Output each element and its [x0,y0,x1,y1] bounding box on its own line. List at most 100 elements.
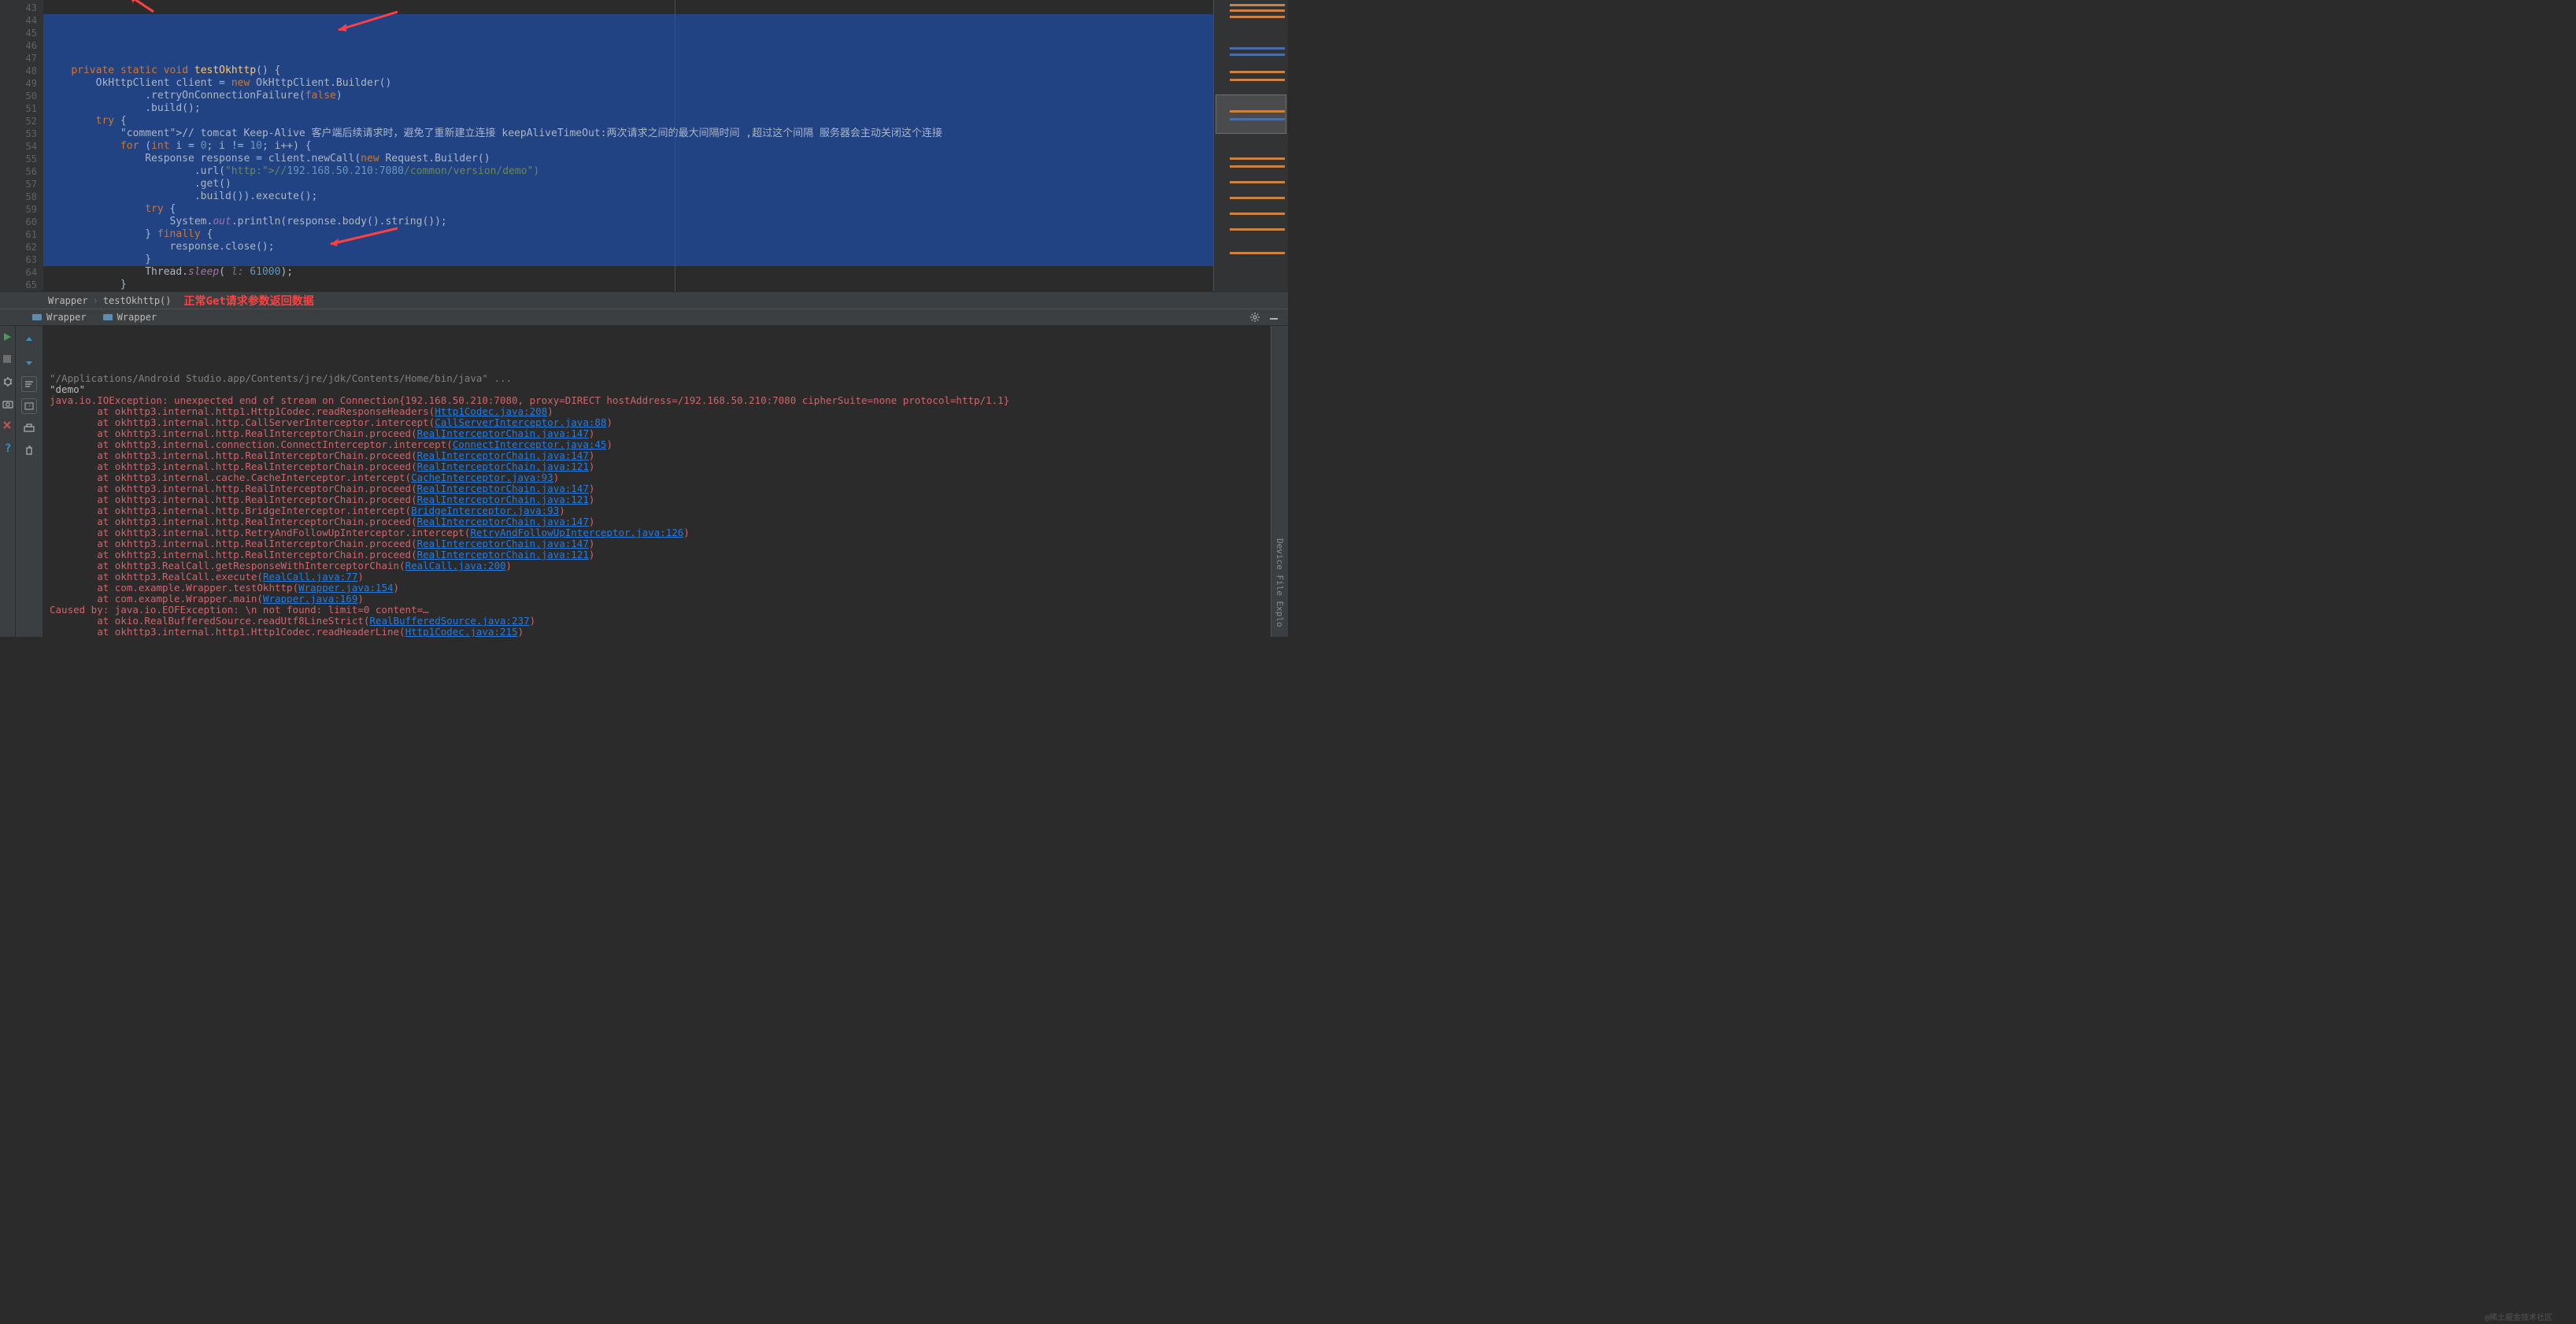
minimap-marker [1230,4,1285,6]
code-line[interactable]: response.close(); [43,241,1213,253]
tab-label: Wrapper [46,312,87,323]
minimize-icon[interactable] [1268,311,1280,324]
stacktrace-link[interactable]: ConnectInterceptor.java:45 [453,438,607,450]
stacktrace-link[interactable]: RealInterceptorChain.java:121 [417,494,589,505]
console-line: at okhttp3.internal.http1.Http1Codec.rea… [50,406,1264,417]
run-config-icon [102,312,113,323]
code-line[interactable]: try { [43,203,1213,216]
code-line[interactable]: .retryOnConnectionFailure(false) [43,90,1213,102]
gutter[interactable]: 4344454647484950515253545556575859606162… [0,0,43,291]
code-line[interactable] [43,52,1213,65]
minimap-marker [1230,9,1285,12]
stacktrace-link[interactable]: Wrapper.java:169 [263,593,357,605]
close-icon[interactable] [2,420,13,431]
console-toolbar [16,326,43,637]
debug-icon[interactable] [2,376,13,387]
code-line[interactable]: .build(); [43,102,1213,115]
code-line[interactable]: private static void testOkhttp() { [43,65,1213,77]
code-line[interactable]: } finally { [43,228,1213,241]
stacktrace-link[interactable]: RealInterceptorChain.java:147 [417,427,589,439]
code-line[interactable]: OkHttpClient client = new OkHttpClient.B… [43,77,1213,90]
stop-icon[interactable] [2,354,13,365]
code-area[interactable]: private static void testOkhttp() { OkHtt… [43,0,1213,291]
console-line: at okhttp3.internal.http1.Http1Codec.rea… [50,627,1264,637]
stacktrace-link[interactable]: CallServerInterceptor.java:88 [435,416,606,428]
run-toolbar-left: ? [0,326,16,637]
minimap-thumb[interactable] [1216,94,1286,134]
minimap-marker [1230,213,1285,215]
soft-wrap-icon[interactable] [21,376,37,392]
console-line: at okhttp3.internal.cache.CacheIntercept… [50,472,1264,483]
code-line[interactable]: } [43,253,1213,266]
device-file-explorer-tab[interactable]: Device File Explo [1275,538,1285,627]
console-output[interactable]: "/Applications/Android Studio.app/Conten… [43,326,1271,637]
stacktrace-link[interactable]: RealInterceptorChain.java:147 [417,483,589,494]
breadcrumb-class[interactable]: Wrapper [43,295,93,306]
stacktrace-link[interactable]: RealCall.java:200 [405,560,506,571]
console-wrapper: ? "/Applications/Android Studio.app/Cont… [0,326,1288,637]
tab-label: Wrapper [117,312,157,323]
run-config-icon [31,312,43,323]
stacktrace-link[interactable]: RealInterceptorChain.java:147 [417,449,589,461]
code-line[interactable]: .url("http:">//192.168.50.210:7080/commo… [43,165,1213,178]
down-icon[interactable] [21,354,37,370]
stacktrace-link[interactable]: BridgeInterceptor.java:93 [411,505,559,516]
run-icon[interactable] [2,332,13,343]
up-icon[interactable] [21,332,37,348]
camera-icon[interactable] [2,398,13,409]
tab-wrapper-1[interactable]: Wrapper [24,309,94,326]
stacktrace-link[interactable]: Wrapper.java:154 [298,582,393,594]
code-line[interactable]: "comment">// tomcat Keep-Alive 客户端后续请求时，… [43,128,1213,140]
breadcrumb: Wrapper › testOkhttp() 正常Get请求参数返回数据 [0,291,1288,309]
breadcrumb-separator: › [93,295,98,306]
watermark: @稀土掘金技术社区 [2485,1311,2552,1322]
print-icon[interactable] [21,420,37,436]
stacktrace-link[interactable]: RealInterceptorChain.java:147 [417,538,589,549]
minimap-marker [1230,47,1285,50]
stacktrace-link[interactable]: Http1Codec.java:215 [405,626,518,637]
minimap-marker [1230,181,1285,183]
console-line: at okhttp3.internal.connection.ConnectIn… [50,439,1264,450]
help-icon[interactable]: ? [2,442,13,453]
minimap[interactable] [1213,0,1288,291]
console-line: at okhttp3.RealCall.execute(RealCall.jav… [50,571,1264,582]
right-tool-sidebar: Device File Explo [1271,326,1288,637]
console-line: at com.example.Wrapper.testOkhttp(Wrappe… [50,582,1264,594]
stacktrace-link[interactable]: RealInterceptorChain.java:121 [417,460,589,472]
minimap-marker [1230,110,1285,113]
stacktrace-link[interactable]: RealInterceptorChain.java:121 [417,549,589,560]
stacktrace-link[interactable]: CacheInterceptor.java:93 [411,472,553,483]
code-line[interactable]: try { [43,115,1213,128]
console-line: at okhttp3.internal.http.RetryAndFollowU… [50,527,1264,538]
console-line: at okhttp3.internal.http.RealInterceptor… [50,538,1264,549]
trash-icon[interactable] [21,442,37,458]
stacktrace-link[interactable]: RealBufferedSource.java:237 [369,615,529,627]
code-line[interactable]: } [43,279,1213,291]
console-line: "demo" [50,384,1264,395]
scroll-to-end-icon[interactable] [21,398,37,414]
settings-icon[interactable] [1249,311,1261,324]
stacktrace-link[interactable]: Http1Codec.java:208 [435,405,547,417]
stacktrace-link[interactable]: RealCall.java:77 [263,571,357,582]
console-line: at okhttp3.internal.http.RealInterceptor… [50,516,1264,527]
minimap-marker [1230,118,1285,120]
console-line: at okhttp3.internal.http.BridgeIntercept… [50,505,1264,516]
breadcrumb-method[interactable]: testOkhttp() [98,295,176,306]
stacktrace-link[interactable]: RetryAndFollowUpInterceptor.java:126 [470,527,683,538]
code-line[interactable]: Response response = client.newCall(new R… [43,153,1213,165]
minimap-marker [1230,16,1285,18]
code-line[interactable]: Thread.sleep( l: 61000); [43,266,1213,279]
code-line[interactable]: .get() [43,178,1213,190]
console-line: at okhttp3.internal.http.RealInterceptor… [50,549,1264,560]
code-line[interactable]: for (int i = 0; i != 10; i++) { [43,140,1213,153]
console-line: at okhttp3.internal.http.RealInterceptor… [50,494,1264,505]
console-line: at okhttp3.internal.http.RealInterceptor… [50,461,1264,472]
console-line: at okhttp3.RealCall.getResponseWithInter… [50,560,1264,571]
code-line[interactable]: System.out.println(response.body().strin… [43,216,1213,228]
console-line: at okhttp3.internal.http.RealInterceptor… [50,483,1264,494]
tab-wrapper-2[interactable]: Wrapper [94,309,165,326]
minimap-marker [1230,197,1285,199]
console-line: "/Applications/Android Studio.app/Conten… [50,373,1264,384]
stacktrace-link[interactable]: RealInterceptorChain.java:147 [417,516,589,527]
code-line[interactable]: .build()).execute(); [43,190,1213,203]
